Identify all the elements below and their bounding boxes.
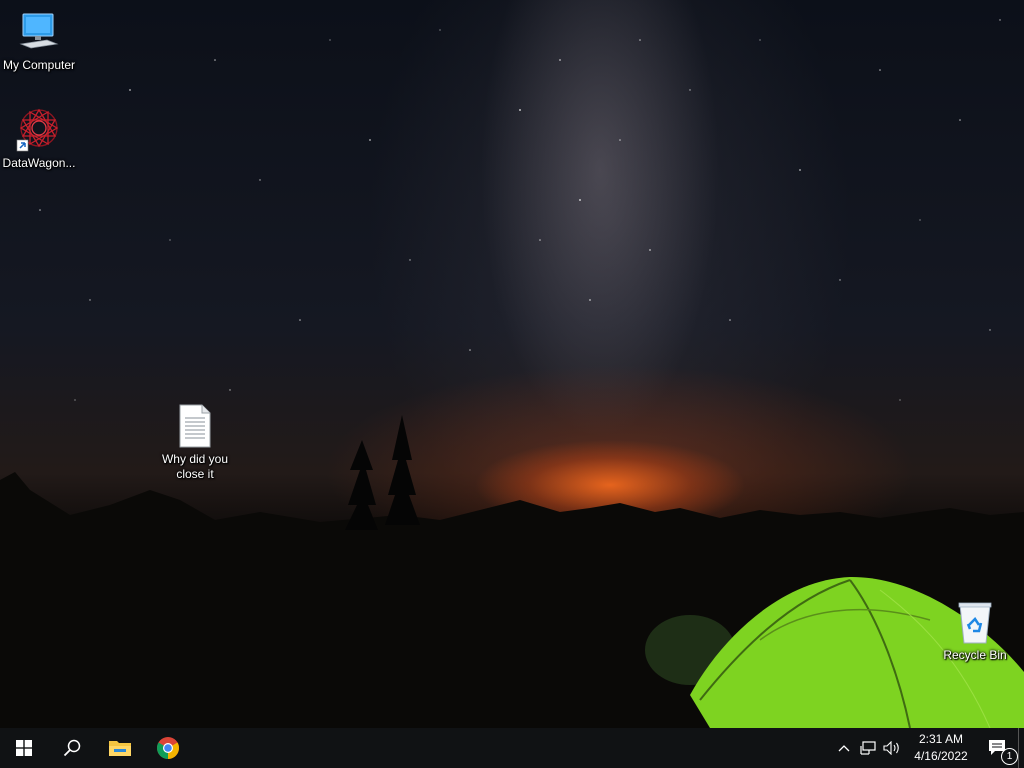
computer-icon xyxy=(15,8,63,56)
volume-button[interactable] xyxy=(880,728,904,768)
clock-time: 2:31 AM xyxy=(918,732,964,746)
clock-date: 4/16/2022 xyxy=(914,749,968,763)
desktop-wallpaper xyxy=(0,0,1024,728)
file-explorer-button[interactable] xyxy=(96,728,144,768)
start-button[interactable] xyxy=(0,728,48,768)
stars xyxy=(39,19,1001,401)
my-computer-desktop-icon[interactable]: My Computer xyxy=(1,8,77,73)
search-icon xyxy=(63,739,81,757)
datawagon-desktop-icon[interactable]: DataWagon... xyxy=(1,106,77,171)
chevron-up-icon xyxy=(838,745,850,752)
taskbar: 2:31 AM 4/16/2022 1 xyxy=(0,728,1024,768)
text-file-label: Why did you close it xyxy=(161,452,229,481)
clock[interactable]: 2:31 AM 4/16/2022 xyxy=(904,731,978,765)
recycle-bin-desktop-icon[interactable]: Recycle Bin xyxy=(937,598,1013,663)
show-desktop-button[interactable] xyxy=(1018,728,1024,768)
show-hidden-icons-button[interactable] xyxy=(832,728,856,768)
search-button[interactable] xyxy=(48,728,96,768)
datawagon-label: DataWagon... xyxy=(2,156,76,170)
datawagon-shortcut-icon xyxy=(15,106,63,154)
windows-start-icon xyxy=(16,740,32,756)
wallpaper-scenery xyxy=(0,19,1024,728)
action-center-button[interactable]: 1 xyxy=(978,728,1018,768)
system-tray: 2:31 AM 4/16/2022 1 xyxy=(832,728,1024,768)
chrome-button[interactable] xyxy=(144,728,192,768)
file-explorer-icon xyxy=(109,741,131,756)
notification-count-badge: 1 xyxy=(1001,748,1018,765)
my-computer-label: My Computer xyxy=(2,58,76,72)
recycle-bin-icon xyxy=(951,598,999,646)
text-document-icon xyxy=(171,402,219,450)
recycle-bin-label: Recycle Bin xyxy=(943,648,1007,662)
network-button[interactable] xyxy=(856,728,880,768)
network-icon xyxy=(860,741,876,755)
text-file-desktop-icon[interactable]: Why did you close it xyxy=(157,402,233,482)
chrome-icon xyxy=(157,737,179,759)
tree-silhouettes xyxy=(345,415,420,530)
volume-icon xyxy=(883,741,899,755)
